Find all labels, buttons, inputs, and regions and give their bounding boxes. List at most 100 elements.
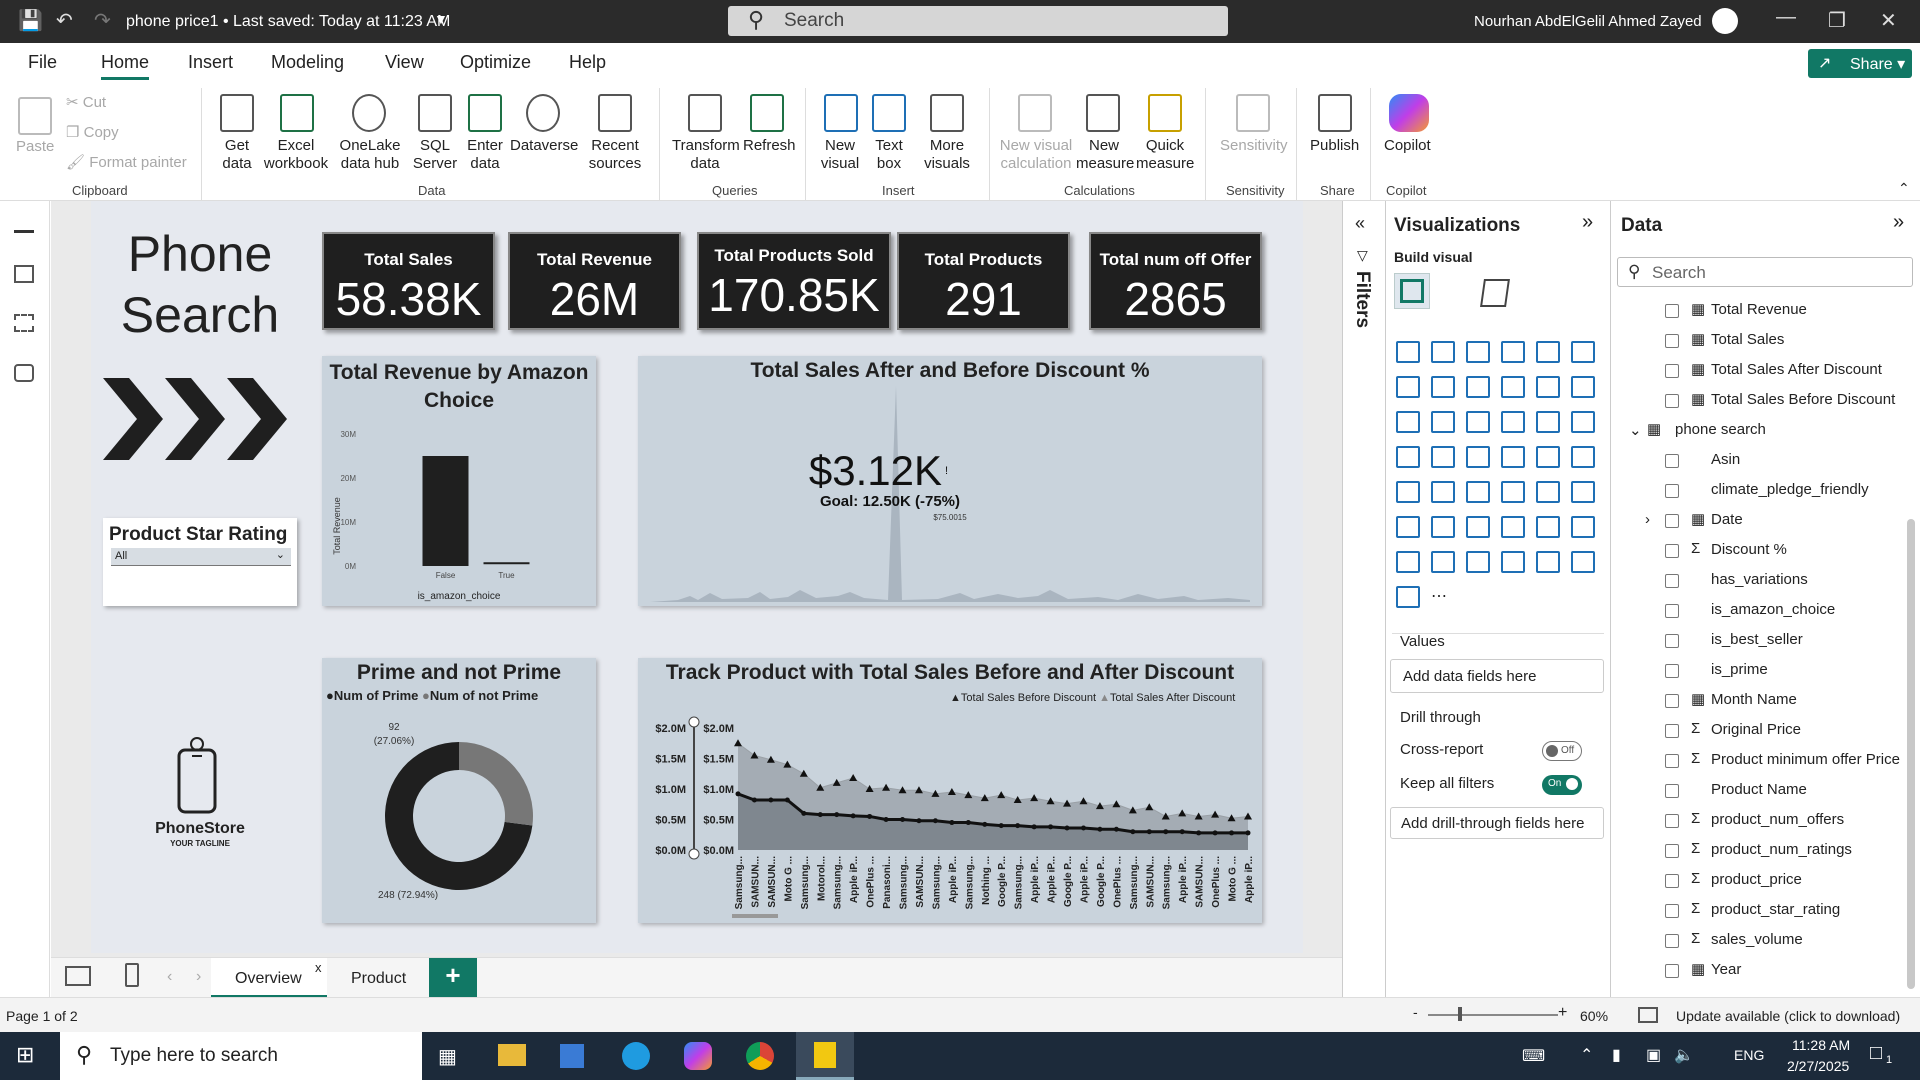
prev-page-icon[interactable]: ‹ <box>167 968 172 986</box>
visual-type-icon[interactable] <box>1501 481 1525 503</box>
field-checkbox[interactable] <box>1665 634 1679 648</box>
field-item[interactable]: is_prime <box>1611 659 1907 687</box>
visual-type-icon[interactable] <box>1431 411 1455 433</box>
visual-type-icon[interactable] <box>1571 516 1595 538</box>
field-item[interactable]: Σsales_volume <box>1611 929 1907 957</box>
field-item[interactable]: Σ Product minimum offer Price <box>1611 749 1907 777</box>
visual-type-icon[interactable] <box>1501 516 1525 538</box>
field-item[interactable]: ▦ Month Name <box>1611 689 1907 717</box>
visual-type-icon[interactable] <box>1571 376 1595 398</box>
clock-time[interactable]: 11:28 AM <box>1792 1037 1850 1053</box>
field-item[interactable]: Σ Original Price <box>1611 719 1907 747</box>
powerbi-taskbar-button[interactable] <box>796 1032 854 1080</box>
visual-type-icon[interactable] <box>1431 446 1455 468</box>
drill-through-well[interactable]: Add drill-through fields here <box>1390 807 1604 839</box>
visual-type-icon[interactable] <box>1536 341 1560 363</box>
field-item[interactable]: Σproduct_num_ratings <box>1611 839 1907 867</box>
visual-type-icon[interactable] <box>1536 376 1560 398</box>
field-checkbox[interactable] <box>1665 664 1679 678</box>
menu-file[interactable]: File <box>28 52 57 73</box>
field-checkbox[interactable] <box>1665 484 1679 498</box>
visual-type-icon[interactable] <box>1536 481 1560 503</box>
report-view-icon[interactable] <box>14 215 34 233</box>
dax-query-icon[interactable] <box>14 364 34 382</box>
kpi-card-total-offers[interactable]: Total num off Offer 2865 <box>1089 232 1262 330</box>
field-item[interactable]: is_amazon_choice <box>1611 599 1907 627</box>
next-page-icon[interactable]: › <box>196 968 201 986</box>
dataverse-button[interactable]: Dataverse <box>510 137 578 155</box>
copy-button[interactable]: ❐ Copy <box>66 124 119 142</box>
visual-type-icon[interactable] <box>1536 551 1560 573</box>
avatar[interactable] <box>1712 8 1738 34</box>
visual-type-icon[interactable] <box>1431 341 1455 363</box>
redo-icon[interactable]: ↷ <box>94 8 111 33</box>
visual-type-icon[interactable] <box>1431 516 1455 538</box>
text-box-button[interactable]: Text box <box>870 137 908 173</box>
desktop-layout-icon[interactable] <box>65 966 91 986</box>
field-checkbox[interactable] <box>1665 814 1679 828</box>
kpi-sales-discount[interactable]: Total Sales After and Before Discount % … <box>638 356 1262 606</box>
enter-data-button[interactable]: Enter data <box>462 137 508 173</box>
slicer-dropdown[interactable]: All ⌄ <box>111 548 291 566</box>
excel-workbook-button[interactable]: Excel workbook <box>262 137 330 173</box>
keyboard-icon[interactable]: ⌨ <box>1522 1046 1545 1066</box>
close-icon[interactable]: ✕ <box>1880 8 1897 33</box>
field-item[interactable]: Σproduct_price <box>1611 869 1907 897</box>
field-checkbox[interactable] <box>1665 304 1679 318</box>
field-item[interactable]: Asin <box>1611 449 1907 477</box>
chevron-right-icon[interactable]: › <box>1645 511 1650 528</box>
field-checkbox[interactable] <box>1665 574 1679 588</box>
visual-type-icon[interactable] <box>1501 446 1525 468</box>
chrome-icon[interactable] <box>746 1042 774 1070</box>
notification-icon[interactable]: □ <box>1870 1042 1882 1065</box>
task-view-icon[interactable]: ▦ <box>438 1044 457 1069</box>
store-icon[interactable] <box>560 1044 584 1068</box>
chevron-down-icon[interactable]: ⌄ <box>1629 421 1642 439</box>
field-checkbox[interactable] <box>1665 544 1679 558</box>
visual-type-icon[interactable] <box>1501 551 1525 573</box>
format-visual-icon[interactable] <box>1480 279 1510 307</box>
menu-help[interactable]: Help <box>569 52 606 73</box>
get-data-button[interactable]: Get data <box>214 137 260 173</box>
field-item[interactable]: ▦ Year <box>1611 959 1907 987</box>
field-checkbox[interactable] <box>1665 874 1679 888</box>
chart-revenue-by-amazon-choice[interactable]: Total Revenue by Amazon Choice Total Rev… <box>322 356 596 606</box>
refresh-button[interactable]: Refresh <box>743 137 796 155</box>
menu-modeling[interactable]: Modeling <box>271 52 344 73</box>
kpi-card-total-products[interactable]: Total Products 291 <box>897 232 1070 330</box>
data-search-input[interactable]: ⚲ Search <box>1617 257 1913 287</box>
menu-optimize[interactable]: Optimize <box>460 52 531 73</box>
field-item[interactable]: ⌄ ▦ phone search <box>1611 419 1907 447</box>
cut-button[interactable]: ✂ Cut <box>66 94 106 112</box>
visual-type-icon[interactable] <box>1536 411 1560 433</box>
values-well[interactable]: Add data fields here <box>1390 659 1604 693</box>
visual-type-icon[interactable] <box>1466 341 1490 363</box>
visual-type-icon[interactable]: ⋯ <box>1431 586 1455 608</box>
format-painter-button[interactable]: 🖌 Format painter <box>66 154 187 172</box>
share-button[interactable]: ↗ Share ▾ <box>1808 49 1912 78</box>
visual-type-icon[interactable] <box>1536 446 1560 468</box>
visual-type-icon[interactable] <box>1571 551 1595 573</box>
save-icon[interactable]: 💾 <box>18 8 43 33</box>
tab-overview[interactable]: Overview x <box>211 958 327 998</box>
new-measure-button[interactable]: New measure <box>1076 137 1134 173</box>
visual-type-icon[interactable] <box>1396 586 1420 608</box>
field-checkbox[interactable] <box>1665 694 1679 708</box>
visual-type-icon[interactable] <box>1571 446 1595 468</box>
publish-button[interactable]: Publish <box>1310 137 1359 155</box>
scrollbar[interactable] <box>1907 519 1915 989</box>
field-checkbox[interactable] <box>1665 784 1679 798</box>
zoom-slider-thumb[interactable] <box>1458 1007 1462 1021</box>
visual-type-icon[interactable] <box>1396 516 1420 538</box>
visual-type-icon[interactable] <box>1466 551 1490 573</box>
sql-server-button[interactable]: SQL Server <box>410 137 460 173</box>
tray-chevron-icon[interactable]: ⌃ <box>1580 1045 1593 1065</box>
menu-home[interactable]: Home <box>101 52 150 80</box>
visual-type-icon[interactable] <box>1501 376 1525 398</box>
zoom-slider[interactable] <box>1428 1014 1558 1016</box>
visual-type-icon[interactable] <box>1466 516 1490 538</box>
slicer-star-rating[interactable]: Product Star Rating All ⌄ <box>103 518 297 606</box>
field-checkbox[interactable] <box>1665 844 1679 858</box>
undo-icon[interactable]: ↶ <box>56 8 73 33</box>
field-item[interactable]: ▦ Total Revenue <box>1611 299 1907 327</box>
